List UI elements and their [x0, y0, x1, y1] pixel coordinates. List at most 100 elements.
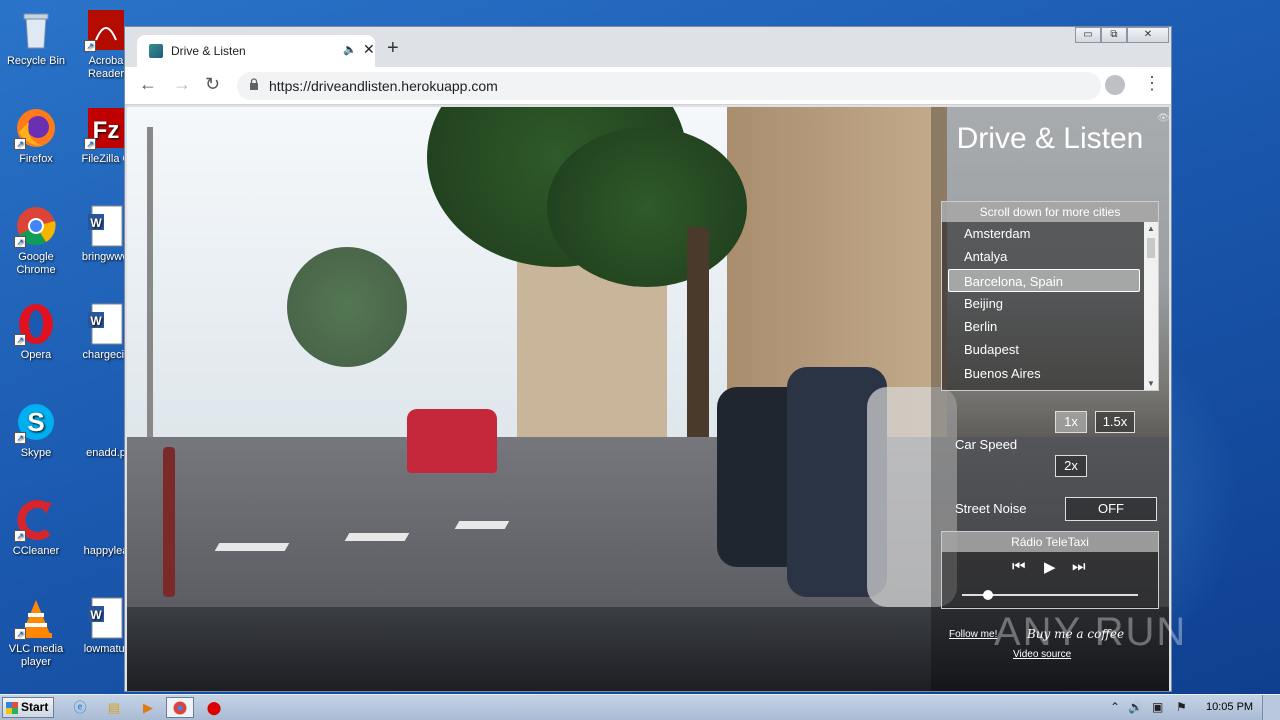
audio-playing-icon[interactable]: 🔈 — [343, 43, 357, 56]
taskbar: Start ⓔ ▤ ▶ ⬤ ⌃ 🔊 ▣ ⚑ 10:05 PM — [0, 694, 1280, 720]
forward-arrow-icon[interactable]: → — [173, 74, 191, 95]
start-label: Start — [21, 700, 49, 714]
favicon-icon — [149, 44, 163, 58]
video-palm-tree — [547, 127, 747, 287]
radio-player: Rádio TeleTaxi ⏮ ▶ ⏭ — [941, 531, 1159, 609]
volume-icon[interactable]: 🔊 — [1128, 700, 1143, 714]
desktop-icon-vlc[interactable]: ↗ VLC media player — [0, 596, 72, 669]
tray-expand-icon[interactable]: ⌃ — [1110, 700, 1120, 714]
shortcut-arrow-icon: ↗ — [84, 138, 96, 150]
shortcut-arrow-icon: ↗ — [14, 236, 26, 248]
word-doc-icon: W — [84, 596, 128, 640]
recycle-bin-icon — [14, 8, 58, 52]
shortcut-arrow-icon: ↗ — [14, 628, 26, 640]
svg-text:S: S — [27, 407, 44, 437]
radio-volume-knob[interactable] — [983, 590, 994, 600]
svg-text:W: W — [90, 608, 102, 622]
speed-1x-button[interactable]: 1x — [1055, 411, 1087, 433]
next-station-icon[interactable]: ⏭ — [1072, 558, 1086, 575]
document-icon — [84, 498, 128, 542]
street-noise-toggle[interactable]: OFF — [1065, 497, 1157, 521]
speed-2x-button[interactable]: 2x — [1055, 455, 1087, 477]
radio-volume-slider[interactable] — [962, 590, 1138, 600]
scroll-down-arrow-icon[interactable]: ▼ — [1147, 379, 1155, 388]
city-item-selected[interactable]: Barcelona, Spain — [948, 268, 1140, 292]
network-icon[interactable]: ▣ — [1152, 700, 1163, 714]
follow-me-link[interactable]: Follow me! — [949, 629, 997, 640]
tab-drive-and-listen[interactable]: Drive & Listen 🔈 ✕ — [137, 35, 375, 67]
clock[interactable]: 10:05 PM — [1206, 701, 1253, 713]
city-selector: Scroll down for more cities Amsterdam An… — [941, 201, 1159, 391]
desktop-icon-firefox[interactable]: ↗ Firefox — [0, 106, 72, 166]
media-player-icon[interactable]: ▶ — [134, 697, 162, 718]
city-item[interactable]: Budapest — [942, 338, 1146, 361]
city-item[interactable]: Beijing — [942, 292, 1146, 315]
tab-close-icon[interactable]: ✕ — [363, 41, 375, 58]
shortcut-arrow-icon: ↗ — [84, 40, 96, 52]
video-red-car — [407, 409, 497, 473]
desktop-icon-label: VLC media player — [8, 643, 64, 668]
desktop-icon-recycle-bin[interactable]: Recycle Bin — [0, 8, 72, 68]
start-button[interactable]: Start — [2, 697, 54, 718]
city-scroll-hint: Scroll down for more cities — [942, 202, 1158, 222]
video-lane-marking — [214, 543, 290, 551]
new-tab-button[interactable]: + — [387, 37, 399, 60]
desktop-icon-skype[interactable]: S ↗ Skype — [0, 400, 72, 460]
city-item[interactable]: Buenos Aires — [942, 362, 1146, 385]
desktop-icon-chrome[interactable]: ↗ Google Chrome — [0, 204, 72, 277]
video-lane-marking — [344, 533, 410, 541]
city-item[interactable]: Antalya — [942, 245, 1146, 268]
desktop-icon-label: Recycle Bin — [6, 55, 66, 67]
firefox-icon: ↗ — [14, 106, 58, 150]
back-arrow-icon[interactable]: ← — [139, 74, 157, 95]
video-tree — [287, 247, 407, 367]
url-text: https://driveandlisten.herokuapp.com — [269, 78, 498, 94]
browser-menu-icon[interactable]: ⋮ — [1143, 73, 1161, 94]
play-icon[interactable]: ▶ — [1044, 558, 1056, 576]
opera-taskbar-icon[interactable]: ⬤ — [200, 697, 228, 718]
windows-logo-icon — [6, 702, 18, 714]
profile-avatar-icon[interactable] — [1105, 75, 1125, 95]
tab-title: Drive & Listen — [171, 44, 246, 58]
speed-1-5x-button[interactable]: 1.5x — [1095, 411, 1135, 433]
city-item[interactable]: Amsterdam — [942, 222, 1146, 245]
restore-button[interactable]: ⧉ — [1101, 27, 1127, 43]
desktop-icon-label: Opera — [20, 349, 52, 361]
reload-icon[interactable]: ↻ — [205, 74, 220, 95]
ccleaner-icon: ↗ — [14, 498, 58, 542]
page-viewport: 👁 Drive & Listen Scroll down for more ci… — [127, 107, 1169, 691]
desktop-icon-label: Google Chrome — [16, 251, 56, 276]
video-bollard — [163, 447, 175, 597]
desktop-icon-ccleaner[interactable]: ↗ CCleaner — [0, 498, 72, 558]
chrome-icon — [173, 701, 187, 715]
radio-station-name: Rádio TeleTaxi — [942, 532, 1158, 552]
shortcut-arrow-icon: ↗ — [14, 432, 26, 444]
vlc-icon: ↗ — [14, 596, 58, 640]
tab-strip: Drive & Listen 🔈 ✕ + ▭ ⧉ ✕ — [125, 27, 1171, 67]
scrollbar-thumb[interactable] — [1147, 238, 1155, 258]
document-icon — [84, 400, 128, 444]
shortcut-arrow-icon: ↗ — [14, 138, 26, 150]
city-list[interactable]: Amsterdam Antalya Barcelona, Spain Beiji… — [942, 222, 1146, 390]
car-speed-label: Car Speed — [955, 437, 1018, 452]
svg-text:W: W — [90, 314, 102, 328]
show-desktop-button[interactable] — [1262, 695, 1280, 720]
shortcut-arrow-icon: ↗ — [14, 530, 26, 542]
video-lane-marking — [454, 521, 510, 529]
desktop-icon-opera[interactable]: ↗ Opera — [0, 302, 72, 362]
action-center-flag-icon[interactable]: ⚑ — [1176, 700, 1187, 714]
close-window-button[interactable]: ✕ — [1127, 27, 1169, 43]
skype-icon: S ↗ — [14, 400, 58, 444]
city-list-scrollbar[interactable]: ▲ ▼ — [1144, 222, 1158, 390]
city-item[interactable]: Berlin — [942, 315, 1146, 338]
file-explorer-icon[interactable]: ▤ — [100, 697, 128, 718]
chrome-taskbar-icon[interactable] — [166, 697, 194, 718]
minimize-button[interactable]: ▭ — [1075, 27, 1101, 43]
scroll-up-arrow-icon[interactable]: ▲ — [1147, 224, 1155, 233]
chrome-icon: ↗ — [14, 204, 58, 248]
previous-station-icon[interactable]: ⏮ — [1012, 558, 1026, 575]
word-doc-icon: W — [84, 204, 128, 248]
internet-explorer-icon[interactable]: ⓔ — [66, 697, 94, 718]
browser-window: Drive & Listen 🔈 ✕ + ▭ ⧉ ✕ ← → ↻ https:/… — [124, 26, 1172, 692]
address-bar[interactable]: https://driveandlisten.herokuapp.com ☆ — [237, 72, 1121, 100]
